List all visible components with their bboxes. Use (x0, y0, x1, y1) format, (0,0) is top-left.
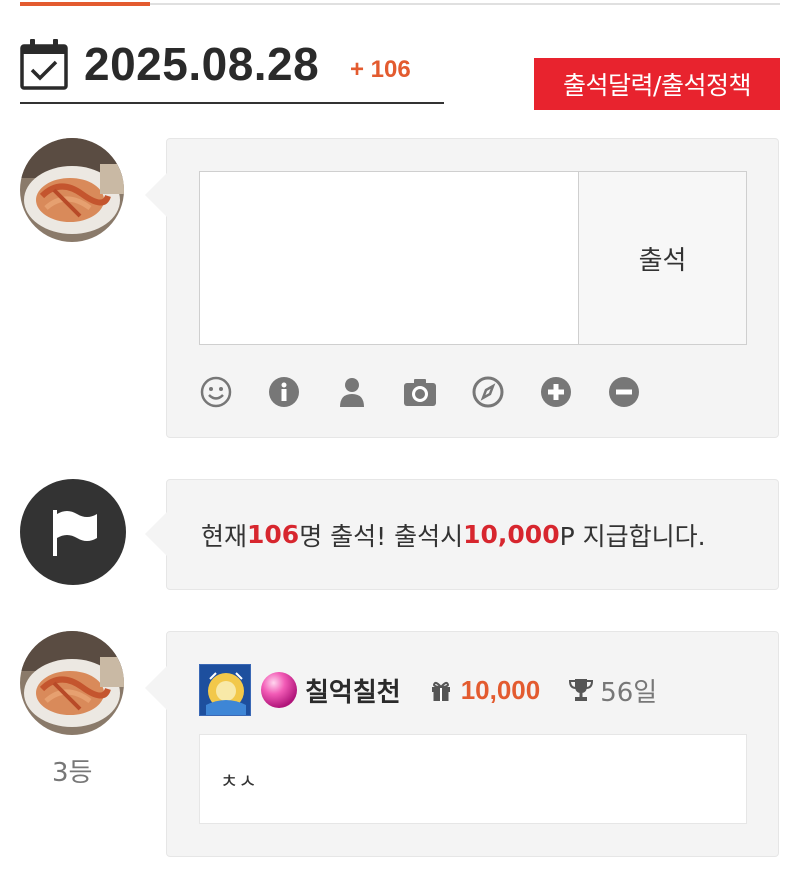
compose-input-group: 출석 (199, 171, 747, 345)
notice-middle: 명 출석! 출석시 (299, 521, 464, 551)
bubble-tail (145, 173, 167, 217)
top-divider-accent (20, 2, 150, 6)
notice-text: 현재 106 명 출석! 출석시 10,000 P 지급합니다. (201, 480, 706, 589)
notice-flag-badge (20, 479, 126, 585)
smile-icon (200, 376, 232, 408)
entry-streak-days: 56일 (600, 677, 658, 708)
notice-points: 10,000 (463, 520, 560, 549)
attendance-entry: 칠억칠천 10,000 56일 ㅊㅅ (145, 631, 779, 857)
entry-nickname[interactable]: 칠억칠천 (305, 672, 401, 709)
entry-rank: 3등 (52, 758, 93, 788)
expand-button[interactable] (539, 375, 573, 409)
compass-icon (472, 376, 504, 408)
level-icon (199, 664, 251, 716)
notice-prefix: 현재 (201, 521, 248, 551)
trophy-icon (569, 679, 594, 701)
user-icon (340, 378, 364, 407)
user-button[interactable] (335, 375, 369, 409)
compose-panel: 출석 (145, 138, 779, 438)
location-button[interactable] (471, 375, 505, 409)
comment-input[interactable] (200, 172, 579, 344)
notice-attendee-count: 106 (247, 520, 300, 549)
attendance-date: 2025.08.28 (84, 38, 320, 90)
flag-icon (53, 510, 97, 556)
entry-points: 10,000 (460, 674, 541, 705)
emoticon-button[interactable] (199, 375, 233, 409)
camera-icon (404, 379, 436, 406)
my-avatar (20, 138, 124, 242)
minus-circle-icon (609, 377, 639, 407)
bubble-tail (145, 512, 167, 556)
photo-button[interactable] (403, 375, 437, 409)
calendar-check-icon (20, 39, 68, 90)
date-header: 2025.08.28 + 106 (20, 34, 444, 104)
info-button[interactable] (267, 375, 301, 409)
attend-submit-button[interactable]: 출석 (579, 172, 746, 344)
entry-avatar (20, 631, 124, 735)
entry-user-row: 칠억칠천 10,000 56일 (199, 664, 657, 716)
notice-suffix: P 지급합니다. (559, 521, 706, 551)
attendance-notice: 현재 106 명 출석! 출석시 10,000 P 지급합니다. (145, 479, 779, 590)
compose-toolbar (199, 375, 675, 409)
plus-circle-icon (541, 377, 571, 407)
bubble-tail (145, 666, 167, 710)
pink-orb-icon (261, 672, 297, 708)
entry-message: ㅊㅅ (199, 734, 747, 824)
collapse-button[interactable] (607, 375, 641, 409)
gift-icon (431, 681, 450, 701)
attendance-count-badge: + 106 (350, 56, 411, 83)
attendance-policy-button[interactable]: 출석달력/출석정책 (534, 58, 780, 110)
info-icon (269, 377, 299, 407)
